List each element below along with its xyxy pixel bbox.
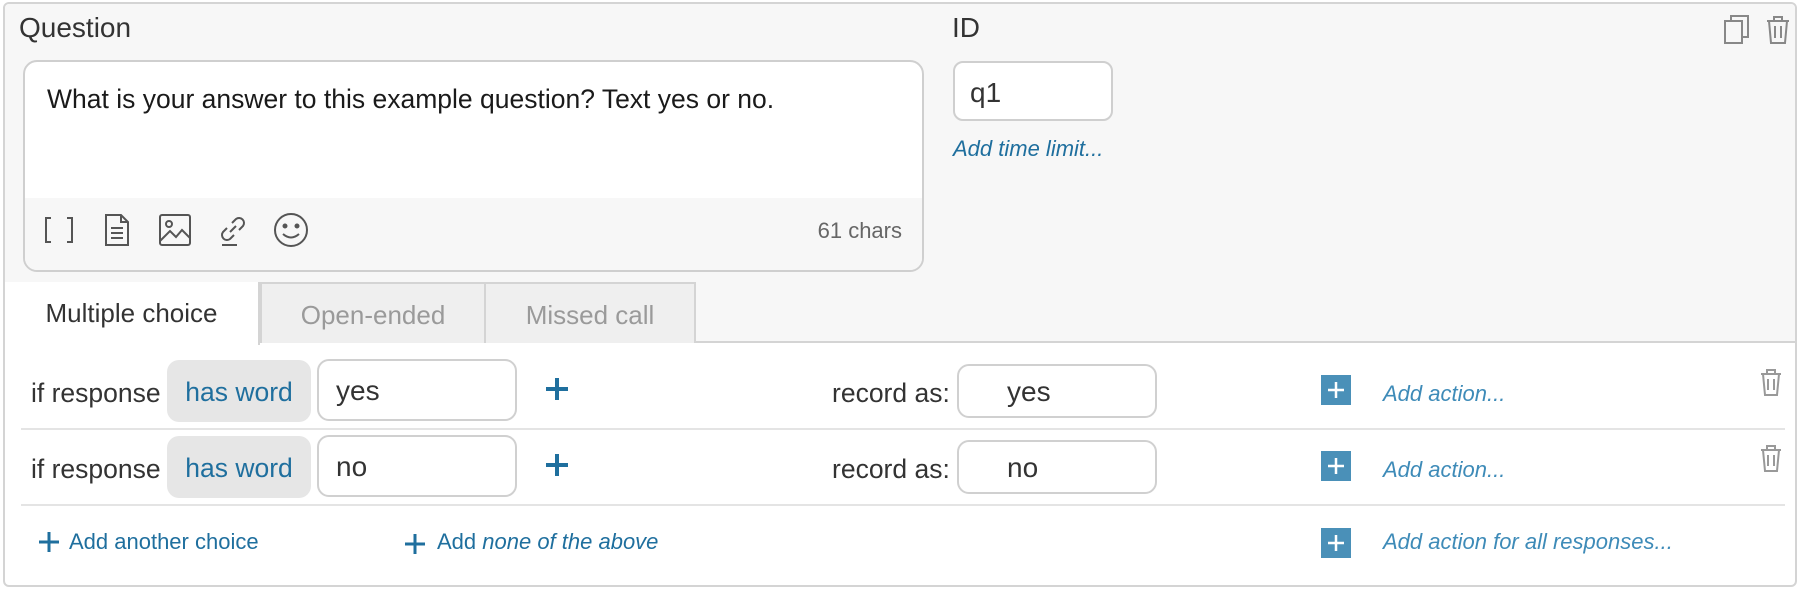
choice-row: if response has word no record as: no Ad…	[21, 435, 1785, 511]
question-text[interactable]: What is your answer to this example ques…	[47, 84, 774, 115]
delete-choice-trash-icon[interactable]	[1757, 443, 1785, 473]
condition-select[interactable]: has word	[167, 360, 311, 422]
if-response-label: if response	[31, 454, 161, 484]
link-icon[interactable]	[213, 210, 253, 250]
trash-icon[interactable]	[1761, 12, 1795, 46]
add-none-of-the-above-link[interactable]: Add none of the above	[437, 529, 658, 555]
question-card: Question What is your answer to this exa…	[3, 2, 1797, 587]
document-icon[interactable]	[97, 210, 137, 250]
add-action-link[interactable]: Add action...	[1383, 381, 1505, 407]
add-none-prefix: Add	[437, 529, 483, 554]
tab-open-ended[interactable]: Open-ended	[260, 282, 486, 343]
word-input[interactable]: yes	[317, 359, 517, 421]
tab-multiple-choice[interactable]: Multiple choice	[5, 282, 260, 345]
image-icon[interactable]	[155, 210, 195, 250]
add-action-link[interactable]: Add action...	[1383, 457, 1505, 483]
add-another-choice-link[interactable]: Add another choice	[69, 529, 259, 555]
question-toolbar: 61 chars	[25, 198, 922, 270]
id-label: ID	[952, 12, 980, 43]
record-as-label: record as:	[832, 378, 950, 408]
add-word-plus-icon[interactable]	[539, 371, 575, 407]
id-input[interactable]: q1	[953, 61, 1113, 121]
question-label: Question	[19, 12, 132, 43]
add-action-all-plus-icon[interactable]	[1321, 528, 1351, 558]
choice-row: if response has word yes record as: yes …	[21, 359, 1785, 435]
row-divider	[21, 504, 1785, 506]
emoji-icon[interactable]	[271, 210, 311, 250]
char-count: 61 chars	[817, 218, 902, 243]
tab-missed-call[interactable]: Missed call	[484, 282, 696, 343]
question-editor[interactable]: What is your answer to this example ques…	[23, 60, 924, 272]
copy-icon[interactable]	[1721, 12, 1755, 46]
record-as-input[interactable]: no	[957, 440, 1157, 494]
condition-select[interactable]: has word	[167, 436, 311, 498]
add-word-plus-icon[interactable]	[539, 447, 575, 483]
record-as-label: record as:	[832, 454, 950, 484]
add-none-italic: none of the above	[482, 529, 659, 554]
delete-choice-trash-icon[interactable]	[1757, 367, 1785, 397]
add-action-all-link[interactable]: Add action for all responses...	[1383, 529, 1673, 555]
add-none-plus-icon[interactable]	[403, 532, 427, 556]
add-action-plus-icon[interactable]	[1321, 451, 1351, 481]
word-input[interactable]: no	[317, 435, 517, 497]
add-time-limit-link[interactable]: Add time limit...	[953, 136, 1103, 162]
row-divider	[21, 428, 1785, 430]
record-as-input[interactable]: yes	[957, 364, 1157, 418]
brackets-icon[interactable]	[39, 210, 79, 250]
add-choice-plus-icon[interactable]	[37, 530, 61, 554]
add-action-plus-icon[interactable]	[1321, 375, 1351, 405]
if-response-label: if response	[31, 378, 161, 408]
